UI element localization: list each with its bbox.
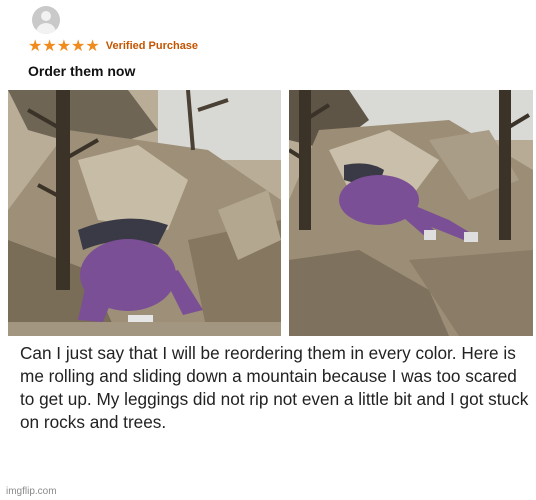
avatar-head bbox=[41, 11, 51, 21]
star-icon: ★ bbox=[71, 36, 86, 55]
avatar-body bbox=[36, 23, 56, 34]
star-rating: ★ ★ ★ ★ ★ bbox=[28, 38, 100, 54]
verified-purchase-badge: Verified Purchase bbox=[105, 40, 199, 52]
star-icon: ★ bbox=[85, 36, 100, 55]
rating-row: ★ ★ ★ ★ ★ Verified Purchase bbox=[28, 38, 198, 54]
review-photo-left[interactable] bbox=[8, 90, 281, 336]
review-photo-right[interactable] bbox=[289, 90, 533, 336]
star-icon: ★ bbox=[56, 36, 72, 55]
star-icon: ★ bbox=[42, 36, 57, 55]
photo-right-illustration bbox=[289, 90, 533, 336]
photo-left-illustration bbox=[8, 90, 281, 336]
star-icon: ★ bbox=[28, 36, 43, 55]
review-body: Can I just say that I will be reordering… bbox=[20, 343, 529, 432]
review-title: Order them now bbox=[28, 63, 136, 79]
watermark: imgflip.com bbox=[4, 486, 59, 497]
reviewer-avatar bbox=[32, 6, 60, 34]
